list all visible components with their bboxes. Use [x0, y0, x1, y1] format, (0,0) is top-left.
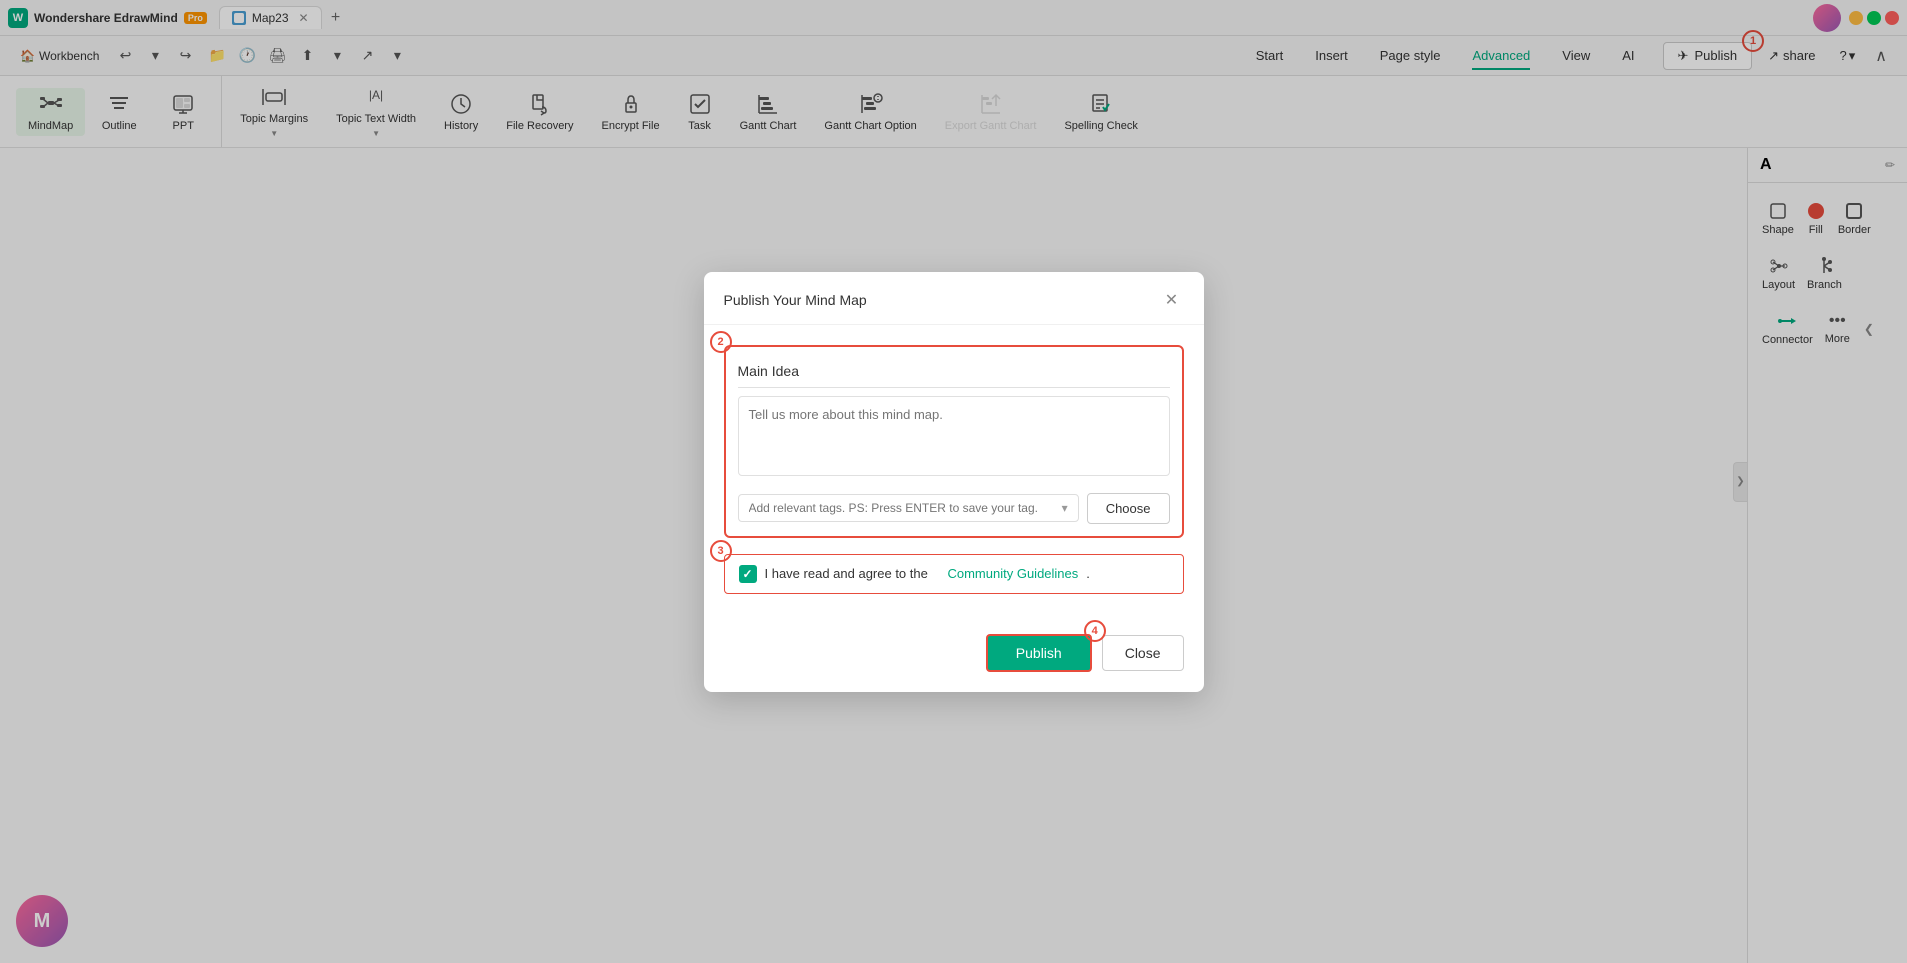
annotation-2: 2 [710, 331, 732, 353]
annotation-4-pos: 4 [1084, 620, 1106, 642]
modal-footer: 4 Publish Close [704, 634, 1204, 692]
modal-header: Publish Your Mind Map ✕ [704, 272, 1204, 325]
agree-suffix: . [1086, 566, 1090, 581]
modal-body: 2 ▾ Choose [704, 325, 1204, 634]
agree-text: I have read and agree to the [765, 566, 928, 581]
modal-overlay: Publish Your Mind Map ✕ 2 [0, 0, 1907, 963]
modal-close-button[interactable]: ✕ [1160, 288, 1184, 312]
form-section: ▾ Choose [724, 345, 1184, 538]
checkbox-section-wrapper: 3 I have read and agree to the Community… [724, 554, 1184, 594]
publish-modal-button[interactable]: Publish [986, 634, 1092, 672]
form-section-wrapper: 2 ▾ Choose [724, 345, 1184, 538]
agree-checkbox-row: I have read and agree to the Community G… [724, 554, 1184, 594]
description-textarea[interactable] [738, 396, 1170, 476]
choose-button[interactable]: Choose [1087, 493, 1170, 524]
annotation-3: 3 [710, 540, 732, 562]
publish-modal: Publish Your Mind Map ✕ 2 [704, 272, 1204, 692]
tags-input-wrap: ▾ [738, 494, 1079, 522]
annotation-2-pos: 2 [710, 331, 732, 353]
community-guidelines-link[interactable]: Community Guidelines [947, 566, 1078, 581]
tags-dropdown-icon[interactable]: ▾ [1062, 501, 1068, 515]
close-modal-button[interactable]: Close [1102, 635, 1184, 671]
annotation-4: 4 [1084, 620, 1106, 642]
title-input[interactable] [738, 359, 1170, 388]
publish-btn-wrapper: 4 Publish [986, 634, 1092, 672]
tags-row: ▾ Choose [738, 493, 1170, 524]
tags-input[interactable] [749, 501, 1058, 515]
agree-checkbox[interactable] [739, 565, 757, 583]
annotation-3-pos: 3 [710, 540, 732, 562]
modal-title: Publish Your Mind Map [724, 292, 867, 308]
